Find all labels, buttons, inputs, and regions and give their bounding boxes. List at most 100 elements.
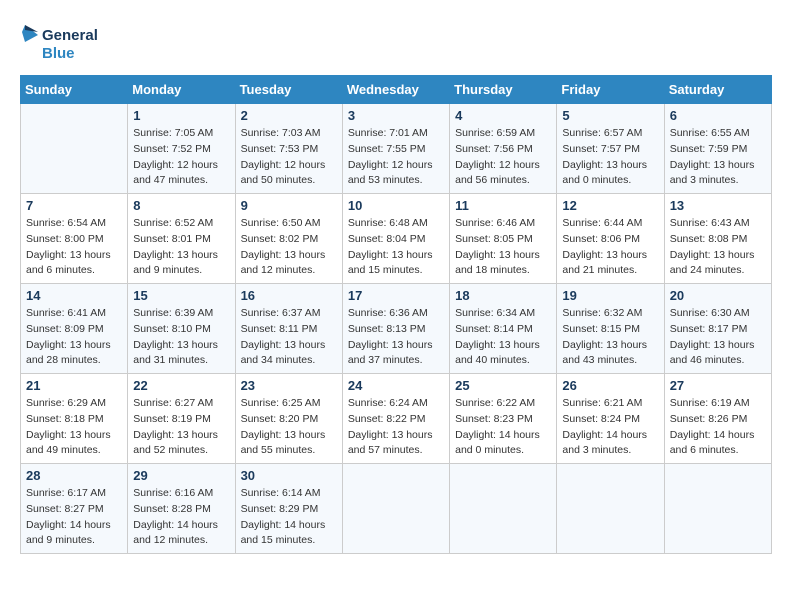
day-number: 30	[241, 468, 337, 483]
day-number: 13	[670, 198, 766, 213]
day-number: 6	[670, 108, 766, 123]
day-info: Sunrise: 6:34 AMSunset: 8:14 PMDaylight:…	[455, 306, 551, 369]
day-info: Sunrise: 6:43 AMSunset: 8:08 PMDaylight:…	[670, 216, 766, 279]
day-number: 16	[241, 288, 337, 303]
calendar-cell	[664, 464, 771, 554]
day-info: Sunrise: 6:46 AMSunset: 8:05 PMDaylight:…	[455, 216, 551, 279]
calendar-cell: 14 Sunrise: 6:41 AMSunset: 8:09 PMDayligh…	[21, 284, 128, 374]
day-info: Sunrise: 6:39 AMSunset: 8:10 PMDaylight:…	[133, 306, 229, 369]
calendar-cell: 2 Sunrise: 7:03 AMSunset: 7:53 PMDaylight…	[235, 104, 342, 194]
day-number: 20	[670, 288, 766, 303]
calendar-header-row: SundayMondayTuesdayWednesdayThursdayFrid…	[21, 76, 772, 104]
day-number: 5	[562, 108, 658, 123]
day-number: 18	[455, 288, 551, 303]
header: GeneralBlue	[20, 20, 772, 65]
day-info: Sunrise: 6:32 AMSunset: 8:15 PMDaylight:…	[562, 306, 658, 369]
calendar-cell: 29Sunrise: 6:16 AMSunset: 8:28 PMDayligh…	[128, 464, 235, 554]
day-number: 9	[241, 198, 337, 213]
calendar-cell: 28Sunrise: 6:17 AMSunset: 8:27 PMDayligh…	[21, 464, 128, 554]
day-info: Sunrise: 6:29 AMSunset: 8:18 PMDaylight:…	[26, 396, 122, 459]
day-number: 14	[26, 288, 122, 303]
calendar-cell: 25 Sunrise: 6:22 AMSunset: 8:23 PMDayligh…	[450, 374, 557, 464]
day-info: Sunrise: 7:01 AMSunset: 7:55 PMDaylight:…	[348, 126, 444, 189]
calendar-cell: 22Sunrise: 6:27 AMSunset: 8:19 PMDayligh…	[128, 374, 235, 464]
day-info: Sunrise: 6:57 AMSunset: 7:57 PMDaylight:…	[562, 126, 658, 189]
day-number: 4	[455, 108, 551, 123]
calendar-cell: 5 Sunrise: 6:57 AMSunset: 7:57 PMDaylight…	[557, 104, 664, 194]
day-number: 22	[133, 378, 229, 393]
calendar-cell: 18 Sunrise: 6:34 AMSunset: 8:14 PMDayligh…	[450, 284, 557, 374]
day-info: Sunrise: 7:05 AMSunset: 7:52 PMDaylight:…	[133, 126, 229, 189]
day-info: Sunrise: 7:03 AMSunset: 7:53 PMDaylight:…	[241, 126, 337, 189]
calendar-table: SundayMondayTuesdayWednesdayThursdayFrid…	[20, 75, 772, 554]
calendar-cell	[557, 464, 664, 554]
calendar-week-2: 7 Sunrise: 6:54 AMSunset: 8:00 PMDaylight…	[21, 194, 772, 284]
calendar-cell	[21, 104, 128, 194]
day-info: Sunrise: 6:52 AMSunset: 8:01 PMDaylight:…	[133, 216, 229, 279]
header-day-monday: Monday	[128, 76, 235, 104]
header-day-thursday: Thursday	[450, 76, 557, 104]
calendar-cell: 19 Sunrise: 6:32 AMSunset: 8:15 PMDayligh…	[557, 284, 664, 374]
calendar-cell: 10 Sunrise: 6:48 AMSunset: 8:04 PMDayligh…	[342, 194, 449, 284]
day-number: 26	[562, 378, 658, 393]
day-info: Sunrise: 6:21 AMSunset: 8:24 PMDaylight:…	[562, 396, 658, 459]
header-day-sunday: Sunday	[21, 76, 128, 104]
logo: GeneralBlue	[20, 20, 100, 65]
calendar-cell: 1 Sunrise: 7:05 AMSunset: 7:52 PMDaylight…	[128, 104, 235, 194]
day-info: Sunrise: 6:37 AMSunset: 8:11 PMDaylight:…	[241, 306, 337, 369]
calendar-cell: 17Sunrise: 6:36 AMSunset: 8:13 PMDayligh…	[342, 284, 449, 374]
day-number: 25	[455, 378, 551, 393]
day-number: 27	[670, 378, 766, 393]
day-number: 8	[133, 198, 229, 213]
calendar-cell: 9 Sunrise: 6:50 AMSunset: 8:02 PMDaylight…	[235, 194, 342, 284]
calendar-cell: 23Sunrise: 6:25 AMSunset: 8:20 PMDayligh…	[235, 374, 342, 464]
day-info: Sunrise: 6:25 AMSunset: 8:20 PMDaylight:…	[241, 396, 337, 459]
calendar-cell: 15Sunrise: 6:39 AMSunset: 8:10 PMDayligh…	[128, 284, 235, 374]
calendar-cell	[342, 464, 449, 554]
calendar-cell: 4 Sunrise: 6:59 AMSunset: 7:56 PMDaylight…	[450, 104, 557, 194]
calendar-cell: 13 Sunrise: 6:43 AMSunset: 8:08 PMDayligh…	[664, 194, 771, 284]
day-info: Sunrise: 6:22 AMSunset: 8:23 PMDaylight:…	[455, 396, 551, 459]
calendar-week-4: 21Sunrise: 6:29 AMSunset: 8:18 PMDayligh…	[21, 374, 772, 464]
day-number: 24	[348, 378, 444, 393]
header-day-saturday: Saturday	[664, 76, 771, 104]
day-number: 10	[348, 198, 444, 213]
calendar-week-1: 1 Sunrise: 7:05 AMSunset: 7:52 PMDaylight…	[21, 104, 772, 194]
calendar-cell: 30 Sunrise: 6:14 AMSunset: 8:29 PMDayligh…	[235, 464, 342, 554]
calendar-cell: 20Sunrise: 6:30 AMSunset: 8:17 PMDayligh…	[664, 284, 771, 374]
day-number: 11	[455, 198, 551, 213]
calendar-cell: 21Sunrise: 6:29 AMSunset: 8:18 PMDayligh…	[21, 374, 128, 464]
day-info: Sunrise: 6:50 AMSunset: 8:02 PMDaylight:…	[241, 216, 337, 279]
header-day-friday: Friday	[557, 76, 664, 104]
day-info: Sunrise: 6:41 AMSunset: 8:09 PMDaylight:…	[26, 306, 122, 369]
day-info: Sunrise: 6:48 AMSunset: 8:04 PMDaylight:…	[348, 216, 444, 279]
day-info: Sunrise: 6:14 AMSunset: 8:29 PMDaylight:…	[241, 486, 337, 549]
calendar-week-5: 28Sunrise: 6:17 AMSunset: 8:27 PMDayligh…	[21, 464, 772, 554]
calendar-cell: 24 Sunrise: 6:24 AMSunset: 8:22 PMDayligh…	[342, 374, 449, 464]
day-number: 7	[26, 198, 122, 213]
logo-icon: GeneralBlue	[20, 20, 100, 65]
calendar-cell: 16 Sunrise: 6:37 AMSunset: 8:11 PMDayligh…	[235, 284, 342, 374]
day-number: 2	[241, 108, 337, 123]
header-day-tuesday: Tuesday	[235, 76, 342, 104]
header-day-wednesday: Wednesday	[342, 76, 449, 104]
day-number: 19	[562, 288, 658, 303]
day-info: Sunrise: 6:17 AMSunset: 8:27 PMDaylight:…	[26, 486, 122, 549]
calendar-cell: 12 Sunrise: 6:44 AMSunset: 8:06 PMDayligh…	[557, 194, 664, 284]
day-number: 3	[348, 108, 444, 123]
day-info: Sunrise: 6:54 AMSunset: 8:00 PMDaylight:…	[26, 216, 122, 279]
calendar-cell: 26 Sunrise: 6:21 AMSunset: 8:24 PMDayligh…	[557, 374, 664, 464]
day-info: Sunrise: 6:44 AMSunset: 8:06 PMDaylight:…	[562, 216, 658, 279]
calendar-week-3: 14 Sunrise: 6:41 AMSunset: 8:09 PMDayligh…	[21, 284, 772, 374]
day-info: Sunrise: 6:19 AMSunset: 8:26 PMDaylight:…	[670, 396, 766, 459]
day-info: Sunrise: 6:55 AMSunset: 7:59 PMDaylight:…	[670, 126, 766, 189]
day-info: Sunrise: 6:59 AMSunset: 7:56 PMDaylight:…	[455, 126, 551, 189]
day-number: 1	[133, 108, 229, 123]
day-info: Sunrise: 6:24 AMSunset: 8:22 PMDaylight:…	[348, 396, 444, 459]
day-info: Sunrise: 6:36 AMSunset: 8:13 PMDaylight:…	[348, 306, 444, 369]
svg-text:General: General	[42, 27, 98, 44]
day-number: 12	[562, 198, 658, 213]
day-info: Sunrise: 6:16 AMSunset: 8:28 PMDaylight:…	[133, 486, 229, 549]
svg-text:Blue: Blue	[42, 45, 75, 62]
calendar-cell: 3 Sunrise: 7:01 AMSunset: 7:55 PMDaylight…	[342, 104, 449, 194]
